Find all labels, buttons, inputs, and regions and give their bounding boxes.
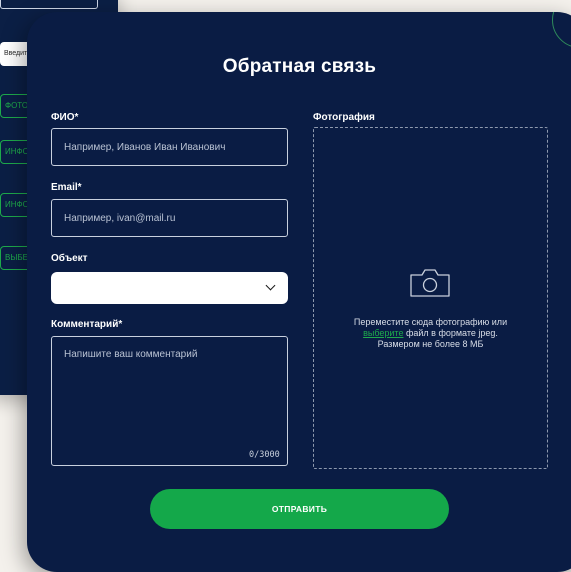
comment-char-counter: 0/3000: [249, 450, 280, 460]
modal-title: Обратная связь: [222, 56, 377, 77]
feedback-modal: Обратная связь ФИО* Email* Объект Коммен…: [27, 12, 571, 572]
choose-file-link[interactable]: выберите: [363, 328, 403, 338]
object-select[interactable]: [51, 272, 288, 304]
email-label: Email*: [51, 182, 82, 193]
dropzone-line-1: Переместите сюда фотографию или: [353, 317, 508, 327]
email-input[interactable]: [51, 199, 288, 237]
photo-label: Фотография: [313, 112, 375, 123]
photo-dropzone[interactable]: Переместите сюда фотографию или выберите…: [313, 127, 548, 469]
corner-decoration: [552, 12, 571, 48]
fio-label: ФИО*: [51, 112, 79, 123]
dropzone-line-2: выберите файл в формате jpeg.: [314, 328, 547, 339]
submit-button[interactable]: ОТПРАВИТЬ: [150, 489, 449, 529]
camera-icon: [410, 269, 450, 297]
dropzone-instructions: Переместите сюда фотографию или выберите…: [314, 317, 547, 350]
dropzone-line-2-rest: файл в формате jpeg.: [403, 328, 498, 338]
background-top-field: [0, 0, 98, 9]
chevron-down-icon: [265, 280, 276, 291]
dropzone-line-3: Размером не более 8 МБ: [377, 339, 484, 349]
object-label: Объект: [51, 253, 88, 264]
comment-label: Комментарий*: [51, 319, 123, 330]
fio-input[interactable]: [51, 128, 288, 166]
comment-textarea[interactable]: [51, 336, 288, 466]
